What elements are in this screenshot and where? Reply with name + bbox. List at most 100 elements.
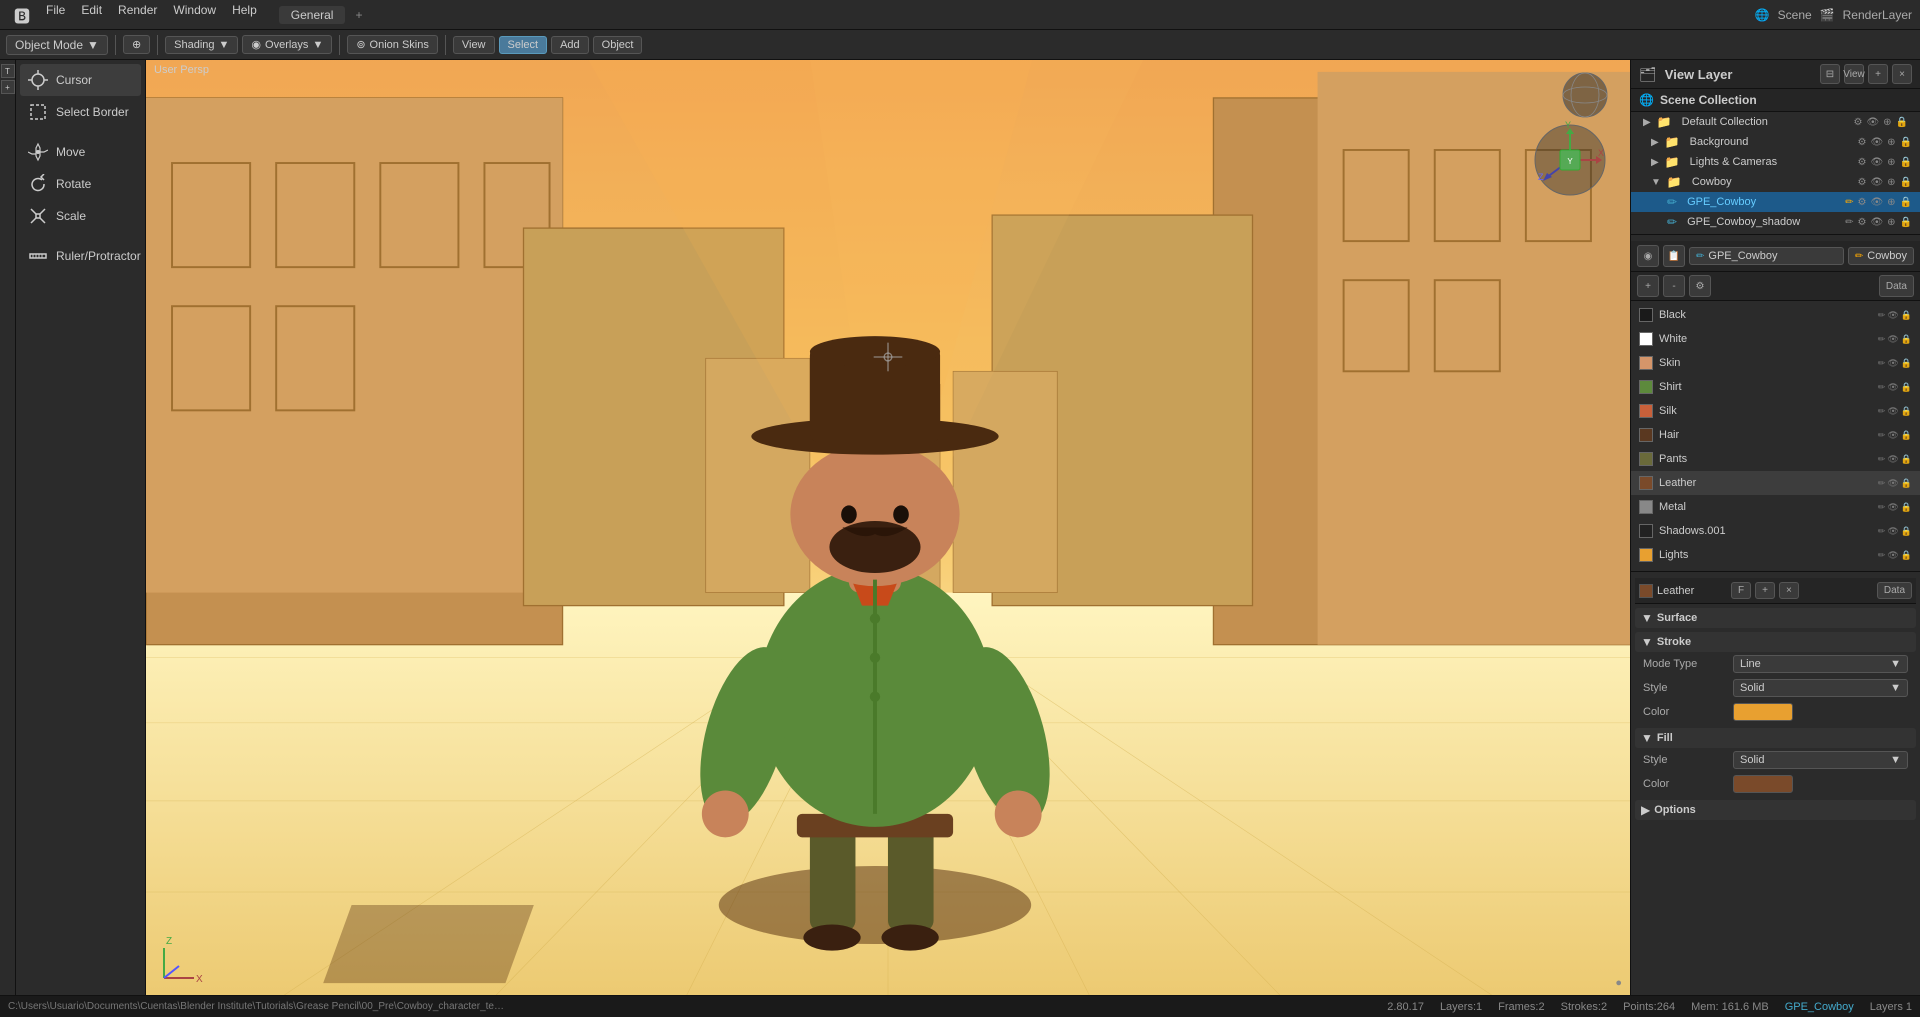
mat-metal-edit-icon[interactable]: ✏	[1878, 502, 1886, 513]
bg-select-icon[interactable]: ⊕	[1887, 137, 1895, 148]
tool-scale[interactable]: Scale	[20, 200, 141, 232]
view-layer-view-btn[interactable]: View	[1844, 64, 1864, 84]
mat-white-eye-icon[interactable]: 👁	[1887, 334, 1898, 345]
mat-pants-lock-icon[interactable]: 🔒	[1901, 454, 1912, 465]
restrict-hide-icon[interactable]: 🔒	[1896, 117, 1908, 128]
mat-add-btn[interactable]: +	[1637, 275, 1659, 297]
gpe-cowboy-mat-label[interactable]: GPE_Cowboy	[1708, 250, 1777, 262]
lights-cameras-item[interactable]: ▶ 📁 Lights & Cameras ⚙ 👁 ⊕ 🔒	[1631, 152, 1920, 172]
gpe-hide-icon[interactable]: 🔒	[1900, 197, 1912, 208]
mat-shirt-eye-icon[interactable]: 👁	[1887, 382, 1898, 393]
surface-section-header[interactable]: ▼ Surface	[1635, 608, 1916, 628]
mat-black-lock-icon[interactable]: 🔒	[1901, 310, 1912, 321]
mat-lights-edit-icon[interactable]: ✏	[1878, 550, 1886, 561]
mat-plus-btn[interactable]: +	[1755, 582, 1775, 599]
mat-metal[interactable]: Metal ✏ 👁 🔒	[1631, 495, 1920, 519]
tool-select-border[interactable]: Select Border	[20, 96, 141, 128]
bg-viewport-icon[interactable]: 👁	[1870, 137, 1883, 148]
mat-leather[interactable]: Leather ✏ 👁 🔒	[1631, 471, 1920, 495]
menu-window[interactable]: Window	[167, 1, 222, 29]
gpe-render-icon[interactable]: ⚙	[1857, 197, 1866, 208]
view-sphere[interactable]	[1560, 70, 1610, 123]
mat-tool-browse[interactable]: 📋	[1663, 245, 1685, 267]
sidebar-mini-tools[interactable]: T	[1, 64, 15, 78]
lc-select-icon[interactable]: ⊕	[1887, 157, 1895, 168]
cowboy-collection-item[interactable]: ▼ 📁 Cowboy ⚙ 👁 ⊕ 🔒	[1631, 172, 1920, 192]
gpe-cowboy-item[interactable]: ✏ GPE_Cowboy ✏ ⚙ 👁 ⊕ 🔒	[1631, 192, 1920, 212]
filter-icon[interactable]: ⊟	[1820, 64, 1840, 84]
stroke-color-picker[interactable]	[1733, 703, 1793, 721]
mat-shirt-lock-icon[interactable]: 🔒	[1901, 382, 1912, 393]
mat-lights-lock-icon[interactable]: 🔒	[1901, 550, 1912, 561]
bg-hide-icon[interactable]: 🔒	[1900, 137, 1912, 148]
sidebar-mini-create[interactable]: +	[1, 80, 15, 94]
restrict-render-icon[interactable]: ⚙	[1853, 117, 1862, 128]
cw-hide-icon[interactable]: 🔒	[1900, 177, 1912, 188]
lc-render-icon[interactable]: ⚙	[1857, 157, 1866, 168]
default-collection-item[interactable]: ▶ 📁 Default Collection ⚙ 👁 ⊕ 🔒	[1631, 112, 1920, 132]
cw-select-icon[interactable]: ⊕	[1887, 177, 1895, 188]
workspace-tab-add[interactable]: +	[347, 6, 370, 24]
fill-color-picker[interactable]	[1733, 775, 1793, 793]
cowboy-mat-label[interactable]: Cowboy	[1867, 250, 1907, 262]
menu-file[interactable]: File	[40, 1, 71, 29]
mat-silk-lock-icon[interactable]: 🔒	[1901, 406, 1912, 417]
lc-viewport-icon[interactable]: 👁	[1870, 157, 1883, 168]
tool-ruler[interactable]: Ruler/Protractor	[20, 240, 141, 272]
mat-black-eye-icon[interactable]: 👁	[1887, 310, 1898, 321]
mat-hair-eye-icon[interactable]: 👁	[1887, 430, 1898, 441]
tool-rotate[interactable]: Rotate	[20, 168, 141, 200]
mat-silk-edit-icon[interactable]: ✏	[1878, 406, 1886, 417]
mat-remove-btn[interactable]: -	[1663, 275, 1685, 297]
mat-shirt[interactable]: Shirt ✏ 👁 🔒	[1631, 375, 1920, 399]
mat-pants-eye-icon[interactable]: 👁	[1887, 454, 1898, 465]
view-btn[interactable]: View	[453, 36, 495, 54]
menu-edit[interactable]: Edit	[75, 1, 108, 29]
mat-white[interactable]: White ✏ 👁 🔒	[1631, 327, 1920, 351]
navigation-gizmo[interactable]: Y X Y Z	[1530, 120, 1610, 200]
mat-lights-eye-icon[interactable]: 👁	[1887, 550, 1898, 561]
mat-leather-eye-icon[interactable]: 👁	[1887, 478, 1898, 489]
mat-skin[interactable]: Skin ✏ 👁 🔒	[1631, 351, 1920, 375]
stroke-mode-type-value[interactable]: Line ▼	[1733, 655, 1908, 673]
cw-viewport-icon[interactable]: 👁	[1870, 177, 1883, 188]
tool-cursor[interactable]: Cursor	[20, 64, 141, 96]
scene-label[interactable]: Scene	[1778, 8, 1812, 22]
cw-render-icon[interactable]: ⚙	[1857, 177, 1866, 188]
mat-leather-edit-icon[interactable]: ✏	[1878, 478, 1886, 489]
mat-shadows001[interactable]: Shadows.001 ✏ 👁 🔒	[1631, 519, 1920, 543]
restrict-viewport-icon[interactable]: 👁	[1866, 117, 1879, 128]
mat-settings-btn[interactable]: ⚙	[1689, 275, 1711, 297]
viewport[interactable]: User Persp Y X Y Z	[146, 60, 1630, 995]
tool-move[interactable]: Move	[20, 136, 141, 168]
mat-shirt-edit-icon[interactable]: ✏	[1878, 382, 1886, 393]
lc-hide-icon[interactable]: 🔒	[1900, 157, 1912, 168]
gpe-cowboy-shadow-item[interactable]: ✏ GPE_Cowboy_shadow ✏ ⚙ 👁 ⊕ 🔒	[1631, 212, 1920, 232]
options-section-header[interactable]: ▶ Options	[1635, 800, 1916, 820]
mat-tool-sphere[interactable]: ◉	[1637, 245, 1659, 267]
mat-skin-eye-icon[interactable]: 👁	[1887, 358, 1898, 369]
object-btn[interactable]: Object	[593, 36, 643, 54]
mat-white-edit-icon[interactable]: ✏	[1878, 334, 1886, 345]
shadow-render-icon[interactable]: ⚙	[1857, 217, 1866, 228]
mat-hair-edit-icon[interactable]: ✏	[1878, 430, 1886, 441]
shadow-edit-icon[interactable]: ✏	[1845, 217, 1853, 228]
mat-metal-eye-icon[interactable]: 👁	[1887, 502, 1898, 513]
fill-style-value[interactable]: Solid ▼	[1733, 751, 1908, 769]
mat-shadows001-edit-icon[interactable]: ✏	[1878, 526, 1886, 537]
menu-render[interactable]: Render	[112, 1, 163, 29]
add-btn[interactable]: Add	[551, 36, 589, 54]
mat-leather-lock-icon[interactable]: 🔒	[1901, 478, 1912, 489]
shading-btn[interactable]: Shading ▼	[165, 36, 238, 54]
gpe-edit-icon[interactable]: ✏	[1845, 197, 1853, 208]
restrict-select-icon[interactable]: ⊕	[1883, 117, 1891, 128]
mat-data-tab-btn[interactable]: Data	[1877, 582, 1912, 599]
mat-shadows001-lock-icon[interactable]: 🔒	[1901, 526, 1912, 537]
gpe-viewport-icon[interactable]: 👁	[1870, 197, 1883, 208]
mat-data-btn[interactable]: Data	[1879, 275, 1914, 297]
mat-skin-edit-icon[interactable]: ✏	[1878, 358, 1886, 369]
mat-pants-edit-icon[interactable]: ✏	[1878, 454, 1886, 465]
shadow-select-icon[interactable]: ⊕	[1887, 217, 1895, 228]
gpe-select-icon[interactable]: ⊕	[1887, 197, 1895, 208]
workspace-tab-general[interactable]: General	[279, 6, 346, 24]
